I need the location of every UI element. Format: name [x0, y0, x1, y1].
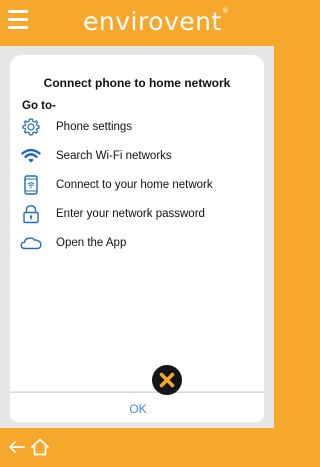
wifi-icon: [20, 146, 42, 166]
step-label: Open the App: [56, 237, 127, 249]
close-button[interactable]: [152, 365, 182, 395]
logo-registered-mark: ®: [221, 7, 230, 15]
logo-text: envirovent: [83, 7, 222, 36]
lock-icon: [20, 204, 42, 224]
step-label: Search Wi-Fi networks: [56, 150, 172, 162]
main-content: Connect phone to home network Go to- Pho…: [0, 46, 274, 428]
step-enter-password: Enter your network password: [20, 204, 260, 224]
brand-logo: envirovent®: [83, 7, 229, 36]
phone-wifi-icon: [20, 175, 42, 195]
app-header: envirovent®: [0, 0, 274, 46]
step-search-wifi: Search Wi-Fi networks: [20, 146, 260, 166]
bottom-nav-bar: [0, 428, 274, 467]
step-open-app: Open the App: [20, 233, 260, 253]
step-label: Enter your network password: [56, 208, 205, 220]
step-label: Phone settings: [56, 121, 133, 133]
dialog-footer: OK: [10, 392, 264, 422]
back-arrow-icon[interactable]: [8, 438, 26, 461]
step-phone-settings: Phone settings: [20, 117, 260, 137]
close-icon: [159, 372, 175, 388]
cloud-icon: [20, 233, 42, 253]
gear-icon: [20, 117, 42, 137]
ok-button[interactable]: OK: [124, 402, 152, 416]
hamburger-menu-icon[interactable]: [8, 10, 28, 29]
dialog-title: Connect phone to home network: [43, 76, 231, 90]
network-dialog: Connect phone to home network Go to- Pho…: [10, 55, 264, 391]
step-connect-network: Connect to your home network: [20, 175, 260, 195]
home-icon[interactable]: [30, 438, 50, 461]
step-label: Connect to your home network: [56, 179, 213, 191]
dialog-intro: Go to-: [22, 100, 56, 112]
